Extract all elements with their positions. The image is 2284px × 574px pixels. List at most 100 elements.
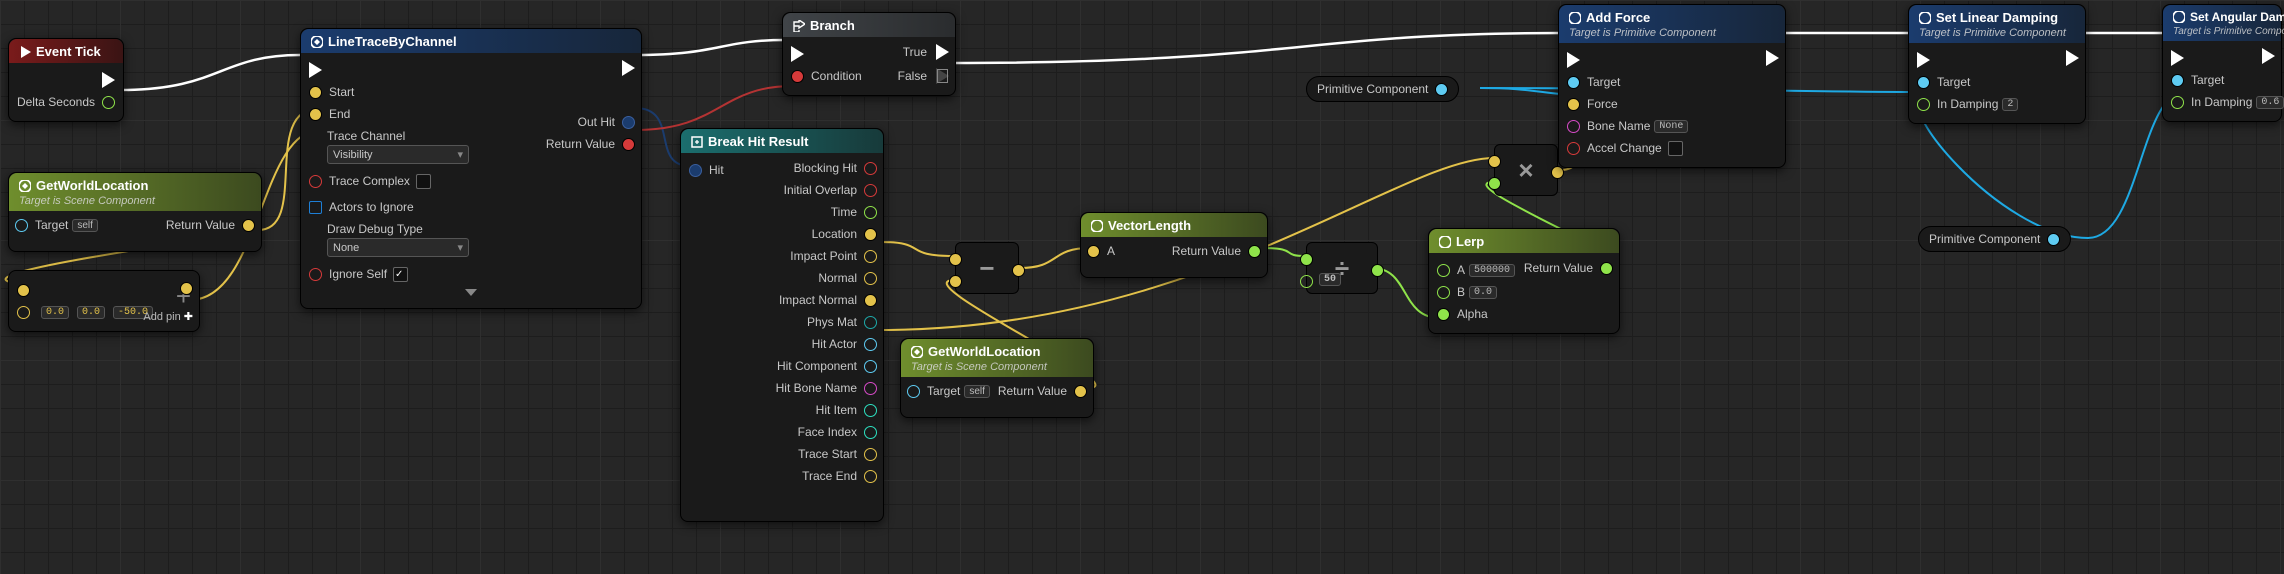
pin-in-damping[interactable]: [2171, 96, 2184, 109]
exec-in-pin[interactable]: [2171, 50, 2184, 66]
pin-target[interactable]: [15, 219, 28, 232]
exec-out-pin[interactable]: [102, 72, 115, 88]
pin-return-value[interactable]: [1600, 262, 1613, 275]
exec-false-pin[interactable]: [936, 68, 949, 84]
input-x[interactable]: 0.0: [41, 306, 69, 319]
pin-hit[interactable]: [689, 164, 702, 177]
pin-out[interactable]: [2047, 233, 2060, 246]
exec-out-pin[interactable]: [2262, 48, 2275, 64]
pin-start[interactable]: [309, 86, 322, 99]
exec-in-pin[interactable]: [1917, 52, 1930, 68]
pin-target[interactable]: [1567, 76, 1580, 89]
input-damping[interactable]: 0.6: [2256, 96, 2284, 109]
pin-a[interactable]: [1437, 264, 1450, 277]
pin-phys-mat[interactable]: [864, 316, 877, 329]
pin-b[interactable]: [1437, 286, 1450, 299]
pin-out[interactable]: [1551, 166, 1564, 179]
input-bone-name[interactable]: None: [1654, 120, 1688, 133]
pin-blocking-hit[interactable]: [864, 162, 877, 175]
add-pin-button[interactable]: Add pin: [143, 310, 193, 323]
pin-alpha[interactable]: [1437, 308, 1450, 321]
pin-force[interactable]: [1567, 98, 1580, 111]
pin-in-damping[interactable]: [1917, 98, 1930, 111]
trace-complex-checkbox[interactable]: [416, 174, 431, 189]
exec-in-pin[interactable]: [1567, 52, 1580, 68]
input-a[interactable]: 500000: [1469, 264, 1515, 277]
pin-out[interactable]: [1012, 264, 1025, 277]
pin-in-a[interactable]: [17, 284, 30, 297]
node-divide[interactable]: ÷ 50: [1306, 242, 1378, 294]
ignore-self-checkbox[interactable]: [393, 267, 408, 282]
node-get-world-location-1[interactable]: GetWorldLocationTarget is Scene Componen…: [8, 172, 262, 252]
pin-a[interactable]: [1087, 245, 1100, 258]
pin-return-value[interactable]: [1074, 385, 1087, 398]
node-subtract[interactable]: −: [955, 242, 1019, 294]
pin-trace-complex[interactable]: [309, 175, 322, 188]
pin-in-b[interactable]: [17, 306, 30, 319]
pin-face-index[interactable]: [864, 426, 877, 439]
pin-b[interactable]: [1488, 177, 1501, 190]
node-set-angular-damping[interactable]: Set Angular DampingTarget is Primitive C…: [2162, 4, 2282, 122]
pin-a[interactable]: [1488, 155, 1501, 168]
accel-change-checkbox[interactable]: [1668, 141, 1683, 156]
exec-in-pin[interactable]: [309, 62, 322, 78]
pin-impact-point[interactable]: [864, 250, 877, 263]
exec-in-pin[interactable]: [791, 46, 804, 62]
input-damping[interactable]: 2: [2002, 98, 2018, 111]
draw-debug-dropdown[interactable]: None: [327, 238, 469, 257]
pin-hit-actor[interactable]: [864, 338, 877, 351]
pin-out[interactable]: [1371, 264, 1384, 277]
exec-out-pin[interactable]: [1766, 50, 1779, 66]
pin-out[interactable]: [180, 282, 193, 295]
pin-delta-seconds[interactable]: [102, 96, 115, 109]
pin-a[interactable]: [1300, 253, 1313, 266]
node-line-trace-by-channel[interactable]: LineTraceByChannel Start End Trace Chann…: [300, 28, 642, 309]
pin-accel-change[interactable]: [1567, 142, 1580, 155]
node-multiply[interactable]: ×: [1494, 144, 1558, 196]
pin-trace-start[interactable]: [864, 448, 877, 461]
pin-normal[interactable]: [864, 272, 877, 285]
pin-target[interactable]: [1917, 76, 1930, 89]
node-branch[interactable]: Branch Condition True False: [782, 12, 956, 96]
input-y[interactable]: 0.0: [77, 306, 105, 319]
node-vector-length[interactable]: VectorLength A Return Value: [1080, 212, 1268, 278]
node-add-force[interactable]: Add ForceTarget is Primitive Component T…: [1558, 4, 1786, 168]
pin-b[interactable]: [949, 275, 962, 288]
pin-hit-bone-name[interactable]: [864, 382, 877, 395]
pin-out[interactable]: [1435, 83, 1448, 96]
pin-return-value[interactable]: [242, 219, 255, 232]
trace-channel-dropdown[interactable]: Visibility: [327, 145, 469, 164]
pin-hit-item[interactable]: [864, 404, 877, 417]
pin-target[interactable]: [2171, 74, 2184, 87]
pin-actors-to-ignore[interactable]: [309, 201, 322, 214]
pin-return-value[interactable]: [1248, 245, 1261, 258]
pin-ignore-self[interactable]: [309, 268, 322, 281]
pin-location[interactable]: [864, 228, 877, 241]
pin-impact-normal[interactable]: [864, 294, 877, 307]
pin-target[interactable]: [907, 385, 920, 398]
pin-time[interactable]: [864, 206, 877, 219]
pin-a[interactable]: [949, 253, 962, 266]
node-get-world-location-2[interactable]: GetWorldLocationTarget is Scene Componen…: [900, 338, 1094, 418]
exec-true-pin[interactable]: [936, 44, 949, 60]
pin-b[interactable]: [1300, 275, 1313, 288]
node-lerp[interactable]: Lerp A500000 B0.0 Alpha Return Value: [1428, 228, 1620, 334]
exec-out-pin[interactable]: [622, 60, 635, 76]
node-break-hit-result[interactable]: Break Hit Result Hit Blocking Hit Initia…: [680, 128, 884, 522]
exec-out-pin[interactable]: [2066, 50, 2079, 66]
input-b[interactable]: 0.0: [1469, 286, 1497, 299]
expand-icon[interactable]: [465, 289, 477, 296]
pin-out-hit[interactable]: [622, 116, 635, 129]
variable-primitive-component-1[interactable]: Primitive Component: [1306, 76, 1459, 102]
pin-condition[interactable]: [791, 70, 804, 83]
input-divisor[interactable]: 50: [1319, 273, 1341, 286]
pin-trace-end[interactable]: [864, 470, 877, 483]
pin-initial-overlap[interactable]: [864, 184, 877, 197]
pin-bone-name[interactable]: [1567, 120, 1580, 133]
node-event-tick[interactable]: Event Tick Delta Seconds: [8, 38, 124, 122]
variable-primitive-component-2[interactable]: Primitive Component: [1918, 226, 2071, 252]
node-vector-add[interactable]: 0.00.0-50.0 + Add pin: [8, 270, 200, 332]
pin-hit-component[interactable]: [864, 360, 877, 373]
pin-end[interactable]: [309, 108, 322, 121]
pin-return-value[interactable]: [622, 138, 635, 151]
